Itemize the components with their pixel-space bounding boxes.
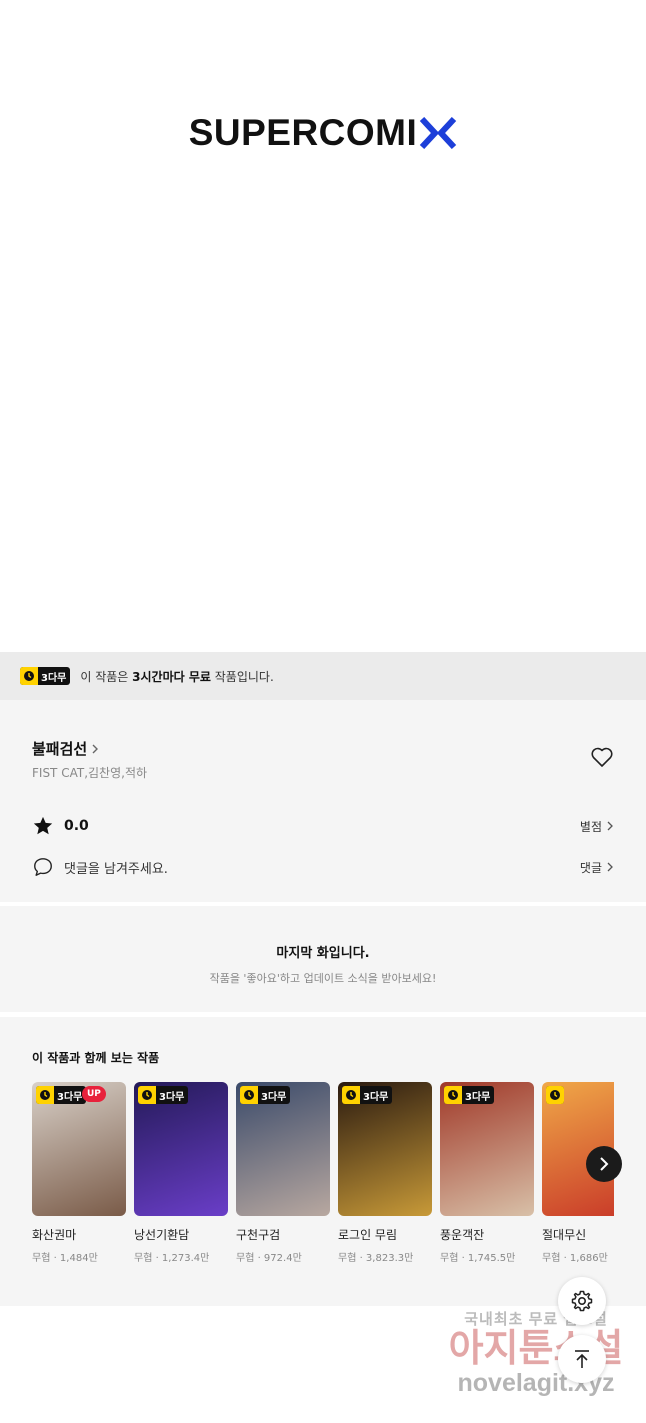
free-notice-text: 이 작품은 3시간마다 무료 작품입니다. (80, 668, 273, 685)
comment-link-label: 댓글 (579, 860, 602, 875)
recommendation-meta: 무협 · 1,484만 (32, 1253, 98, 1264)
rating-link[interactable]: 별점 (580, 818, 614, 835)
free-badge: 3다무 (240, 1086, 291, 1104)
recommendation-title: 화산권마 (32, 1228, 77, 1242)
logo-text: SUPERCOMI (188, 112, 418, 153)
recommendation-meta: 무협 · 972.4만 (236, 1253, 302, 1264)
supercomix-logo[interactable]: SUPERCOMI (0, 112, 646, 154)
recommendation-card[interactable]: 3다무풍운객잔무협 · 1,745.5만 (440, 1082, 534, 1264)
free-badge-label: 3다무 (363, 1091, 389, 1103)
speech-bubble-icon (34, 858, 52, 876)
free-badge: 3다무 (444, 1086, 495, 1104)
recommendations-section: 이 작품과 함께 보는 작품 3다무 UP 화산권마 무협 · 1,484만 3다무 낭선… (0, 1017, 646, 1306)
clock-icon (444, 1086, 462, 1104)
last-episode-subtitle: 작품을 '좋아요'하고 업데이트 소식을 받아보세요! (209, 972, 437, 985)
heart-icon[interactable] (590, 746, 614, 768)
scroll-to-top-button[interactable] (558, 1335, 606, 1383)
recommendation-card[interactable]: 3다무로그인 무림무협 · 3,823.3만 (338, 1082, 432, 1264)
logo-x-mark (420, 117, 457, 149)
free-badge: 3다무 (138, 1086, 189, 1104)
clock-icon (20, 667, 38, 685)
work-title-link[interactable]: 불패검선 (32, 738, 99, 759)
up-badge: UP (82, 1086, 106, 1102)
free-badge: 3다무 (20, 667, 71, 685)
free-notice-suffix: 작품입니다. (210, 669, 274, 684)
rating-link-label: 별점 (579, 819, 602, 834)
rating-value: 0.0 (64, 818, 89, 834)
free-notice-bold: 3시간마다 무료 (132, 669, 211, 684)
cover-image: 3다무 (134, 1082, 228, 1216)
clock-icon (342, 1086, 360, 1104)
recommendation-title: 로그인 무림 (338, 1228, 398, 1242)
free-badge-label: 3다무 (41, 672, 67, 684)
free-badge-label: 3다무 (57, 1091, 83, 1103)
recommendation-title: 구천구검 (236, 1228, 281, 1242)
rating-row: 0.0 별점 (32, 814, 614, 838)
clock-icon (240, 1086, 258, 1104)
star-icon (33, 816, 53, 835)
cover-image: 3다무 (338, 1082, 432, 1216)
free-notice-bar: 3다무 이 작품은 3시간마다 무료 작품입니다. (0, 652, 646, 700)
clock-icon (36, 1086, 54, 1104)
recommendation-meta: 무협 · 1,686만 (542, 1253, 608, 1264)
chevron-right-icon (600, 1157, 609, 1171)
comment-placeholder: 댓글을 남겨주세요. (64, 861, 168, 877)
chevron-right-icon (92, 744, 99, 753)
recommendation-title: 풍운객잔 (440, 1228, 485, 1242)
settings-button[interactable] (558, 1277, 606, 1325)
clock-icon (138, 1086, 156, 1104)
free-notice-prefix: 이 작품은 (80, 669, 133, 684)
cover-image: 3다무 (236, 1082, 330, 1216)
work-authors: FIST CAT,김찬영,적하 (32, 766, 148, 780)
recommendation-title: 낭선기환담 (134, 1228, 190, 1242)
last-episode-notice: 마지막 화입니다. 작품을 '좋아요'하고 업데이트 소식을 받아보세요! (0, 906, 646, 1012)
cover-image: 3다무 (440, 1082, 534, 1216)
cover-image: 3다무 UP (32, 1082, 126, 1216)
recommendation-meta: 무협 · 1,273.4만 (134, 1253, 210, 1264)
free-badge: 3다무 (36, 1086, 87, 1104)
recommendation-card[interactable]: 3다무낭선기환담무협 · 1,273.4만 (134, 1082, 228, 1264)
free-badge: 3다무 (342, 1086, 393, 1104)
chevron-right-icon (607, 821, 613, 831)
recommendation-card[interactable]: 3다무 UP 화산권마무협 · 1,484만 (32, 1082, 126, 1264)
recommendation-meta: 무협 · 1,745.5만 (440, 1253, 516, 1264)
carousel-next-button[interactable] (586, 1146, 622, 1182)
chevron-right-icon (607, 862, 613, 872)
recommendation-card[interactable]: 3다무구천구검무협 · 972.4만 (236, 1082, 330, 1264)
gear-icon (571, 1290, 593, 1312)
work-info-panel: 불패검선 FIST CAT,김찬영,적하 0.0 별점 댓글을 남겨주세요. 댓… (0, 700, 646, 902)
clock-icon (546, 1086, 564, 1104)
arrow-up-icon (575, 1350, 589, 1368)
comment-row[interactable]: 댓글을 남겨주세요. 댓글 (32, 855, 614, 879)
recommendations-carousel: 3다무 UP 화산권마 무협 · 1,484만 3다무 낭선기환담 무협 · 1,273.4… (32, 1082, 614, 1272)
last-episode-title: 마지막 화입니다. (276, 946, 370, 961)
recommendation-title: 절대무신 (542, 1228, 587, 1242)
free-badge-label: 3다무 (465, 1091, 491, 1103)
free-badge-label: 3다무 (159, 1091, 185, 1103)
free-badge-label: 3다무 (261, 1091, 287, 1103)
work-title: 불패검선 (32, 740, 88, 758)
free-badge (546, 1086, 564, 1104)
recommendations-heading: 이 작품과 함께 보는 작품 (32, 1051, 160, 1065)
comment-link[interactable]: 댓글 (580, 859, 614, 876)
recommendation-meta: 무협 · 3,823.3만 (338, 1253, 414, 1264)
